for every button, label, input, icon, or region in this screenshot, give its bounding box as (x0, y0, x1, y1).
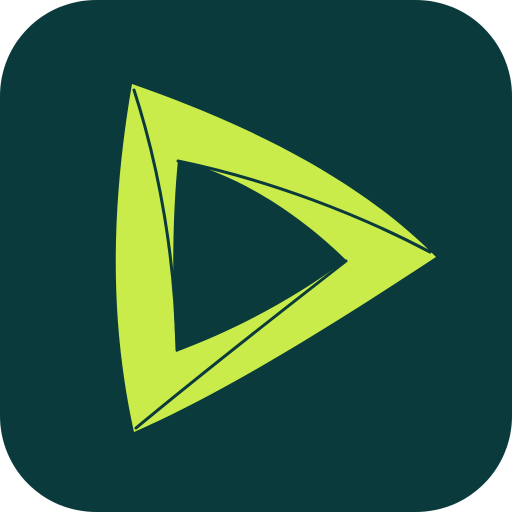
app-icon[interactable] (0, 0, 512, 512)
play-triangle-logo-icon (115, 84, 436, 432)
